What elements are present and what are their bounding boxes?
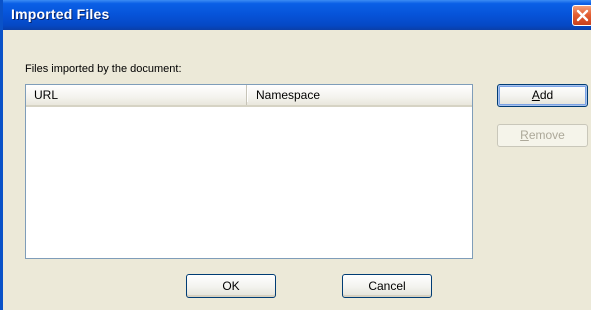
- add-button-mnemonic: A: [531, 88, 540, 102]
- add-button-label: dd: [539, 88, 554, 102]
- add-button[interactable]: Add: [497, 84, 588, 107]
- ok-button[interactable]: OK: [186, 274, 276, 298]
- cancel-button[interactable]: Cancel: [342, 274, 432, 298]
- dialog-title: Imported Files: [11, 6, 110, 22]
- column-header-namespace[interactable]: Namespace: [247, 85, 472, 105]
- remove-button-label: emove: [528, 128, 565, 142]
- remove-button-mnemonic: R: [520, 128, 529, 142]
- title-bar[interactable]: Imported Files: [3, 0, 591, 30]
- imported-files-dialog: Imported Files Files imported by the doc…: [0, 0, 591, 310]
- list-header: URL Namespace: [26, 85, 472, 107]
- files-imported-label: Files imported by the document:: [25, 63, 182, 75]
- imported-files-list[interactable]: URL Namespace: [25, 84, 473, 259]
- column-header-url[interactable]: URL: [26, 85, 248, 105]
- close-icon: [576, 9, 589, 22]
- remove-button[interactable]: Remove: [497, 124, 588, 147]
- close-button[interactable]: [572, 5, 591, 26]
